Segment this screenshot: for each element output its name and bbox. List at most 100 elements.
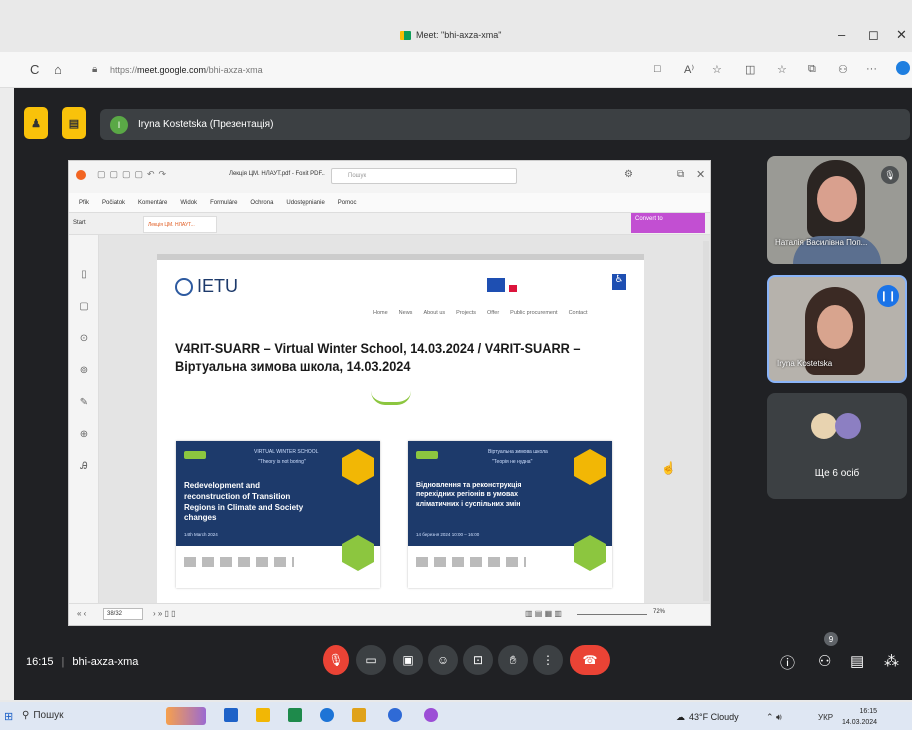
activities-icon[interactable]: ⁂ <box>884 652 899 670</box>
v4rit-logo-icon <box>416 451 438 459</box>
raise-hand-button[interactable]: ✋︎ <box>498 645 528 675</box>
extensions-icon[interactable]: ⚇ <box>838 63 848 76</box>
clock[interactable]: 16:15 14.03.2024 <box>842 706 877 728</box>
taskview-icon[interactable] <box>224 708 238 722</box>
pdf-menu-item[interactable]: Komentáre <box>138 200 167 206</box>
slide-title: Відновлення та реконструкція перехідних … <box>416 482 522 508</box>
info-icon[interactable]: ⓘ <box>780 652 795 673</box>
app-icon[interactable] <box>352 708 366 722</box>
hand-raise-indicator[interactable]: ♟ <box>24 107 48 139</box>
site-nav-item[interactable]: Home <box>373 310 388 316</box>
page-topbar <box>157 254 644 260</box>
cast-icon[interactable]: □ <box>654 63 661 75</box>
page-number-input[interactable]: 38/32 <box>103 608 143 620</box>
site-nav-item[interactable]: Contact <box>569 310 588 316</box>
v4rit-logo-icon <box>184 451 206 459</box>
pdf-menu-item[interactable]: Widok <box>180 200 197 206</box>
close-button[interactable]: ✕ <box>896 27 907 43</box>
taskbar-search[interactable]: ⚲ Пошук <box>22 710 63 721</box>
foxit-logo-icon <box>76 170 86 180</box>
eu-flag-icon <box>487 278 505 292</box>
avatar <box>835 413 861 439</box>
collections-icon[interactable]: ⧉ <box>808 63 816 76</box>
people-icon[interactable]: ⚇ <box>818 652 831 670</box>
presentation-indicator[interactable]: ▤ <box>62 107 86 139</box>
weather-widget[interactable]: ☁ 43°F Cloudy <box>676 712 739 723</box>
language-indicator[interactable]: УКР <box>818 713 833 722</box>
mic-off-button[interactable]: 🎙︎ <box>323 645 349 675</box>
meeting-code: bhi-axza-xma <box>72 656 139 668</box>
pdf-close-icon[interactable]: ✕ <box>696 168 705 181</box>
site-nav-item[interactable]: Offer <box>487 310 499 316</box>
next-page-icon[interactable]: › » ▯ ▯ <box>153 609 176 618</box>
site-nav-item[interactable]: Public procurement <box>510 310 557 316</box>
explorer-icon[interactable] <box>256 708 270 722</box>
person-icon: ♟ <box>31 117 41 130</box>
muted-mic-icon: 🎙︎ <box>881 166 899 184</box>
widgets-icon[interactable] <box>166 707 206 725</box>
emoji-button[interactable]: ☺ <box>428 645 458 675</box>
view-mode-icons[interactable]: ▥ ▤ ▦ ▥ <box>525 609 562 618</box>
shared-screen: ▢▢▢▢↶↷ Лекція ЦМ. НЛАУТ.pdf - Foxit PDF.… <box>68 160 711 626</box>
pdf-start-tab[interactable]: Start <box>73 220 86 226</box>
slide-thumbnail-en[interactable]: VIRTUAL WINTER SCHOOL "Theory is not bor… <box>176 441 380 588</box>
pdf-side-icons[interactable]: ▯ ▢ ⊙ ⊚ ✎ ⊕ Ꭿ <box>77 259 91 483</box>
pdf-settings-icon[interactable]: ⚙ <box>624 169 633 180</box>
favorite-icon[interactable]: ☆ <box>712 63 722 76</box>
app-icon[interactable] <box>388 708 402 722</box>
site-nav-item[interactable]: Projects <box>456 310 476 316</box>
leave-call-button[interactable]: ☎︎ <box>570 645 610 675</box>
first-page-icon[interactable]: « ‹ <box>77 609 86 618</box>
browser-sidebar <box>0 88 14 700</box>
copilot-icon[interactable] <box>896 61 910 75</box>
site-nav-item[interactable]: News <box>399 310 413 316</box>
pdf-menu-item[interactable]: Formuláre <box>210 200 237 206</box>
zoom-level[interactable]: 72% <box>653 609 665 615</box>
pdf-menu-item[interactable]: Pomoc <box>338 200 357 206</box>
pdf-menu-item[interactable]: Počiatok <box>102 200 125 206</box>
pdf-menu-item[interactable]: Ochrona <box>250 200 273 206</box>
pdf-doc-tab[interactable]: Лекція ЦМ. НЛАУТ... <box>143 216 217 233</box>
read-aloud-icon[interactable]: A⁾ <box>684 63 694 76</box>
screen-icon: ▤ <box>68 117 80 130</box>
tray-icons[interactable]: ⌃ 🔊︎ <box>766 712 782 723</box>
windows-start-icon[interactable]: ⊞ <box>4 710 13 723</box>
pdf-menu-item[interactable]: Udostępnianie <box>286 200 324 206</box>
hand-icon: ✋︎ <box>509 652 517 667</box>
app-icon[interactable] <box>424 708 438 722</box>
edge-icon[interactable] <box>320 708 334 722</box>
minimize-button[interactable]: – <box>838 27 845 42</box>
more-options-button[interactable]: ⋮ <box>533 645 563 675</box>
site-nav-item[interactable]: About us <box>423 310 445 316</box>
present-button[interactable]: ⊡ <box>463 645 493 675</box>
captions-button[interactable]: ▣ <box>393 645 423 675</box>
present-icon: ⊡ <box>472 653 484 667</box>
participant-tile-speaking[interactable]: ❙❙ Iryna Kostetska <box>767 275 907 383</box>
more-participants-tile[interactable]: Ще 6 осіб <box>767 393 907 499</box>
zoom-slider[interactable] <box>577 614 647 615</box>
convert-banner[interactable]: Convert to <box>631 213 705 233</box>
home-button[interactable]: ⌂ <box>54 62 62 77</box>
more-menu-icon[interactable]: ··· <box>866 63 877 75</box>
meet-logo-icon <box>400 30 411 40</box>
captions-icon: ▣ <box>402 653 414 667</box>
slide-thumbnail-ua[interactable]: Віртуальна зимова школа "Теорія не нудна… <box>408 441 612 588</box>
chat-icon[interactable]: ▤ <box>850 652 864 670</box>
mic-off-icon: 🎙︎ <box>328 653 344 667</box>
pdf-restore-icon[interactable]: ⧉ <box>677 169 684 180</box>
pdf-menu-item[interactable]: Pfik <box>79 200 89 206</box>
accessibility-icon[interactable]: ♿︎ <box>612 274 626 290</box>
pdf-search-input[interactable]: Пошук <box>331 168 517 184</box>
favorites-icon[interactable]: ☆ <box>777 63 787 76</box>
maximize-button[interactable]: ◻ <box>868 27 879 43</box>
pdf-scrollbar[interactable] <box>703 241 709 601</box>
ietu-logo-icon <box>175 278 193 296</box>
browser-tab[interactable]: Meet: "bhi-axza-xma" <box>400 30 501 40</box>
camera-button[interactable]: ▭ <box>356 645 386 675</box>
participant-tile[interactable]: 🎙︎ Наталія Василівна Поп... <box>767 156 907 264</box>
split-screen-icon[interactable]: ◫ <box>745 63 755 76</box>
refresh-button[interactable]: C <box>30 62 39 77</box>
url-field[interactable]: https://meet.google.com/bhi-axza-xma <box>110 65 263 75</box>
article-heading: V4RIT-SUARR – Virtual Winter School, 14.… <box>175 341 581 376</box>
store-icon[interactable] <box>288 708 302 722</box>
